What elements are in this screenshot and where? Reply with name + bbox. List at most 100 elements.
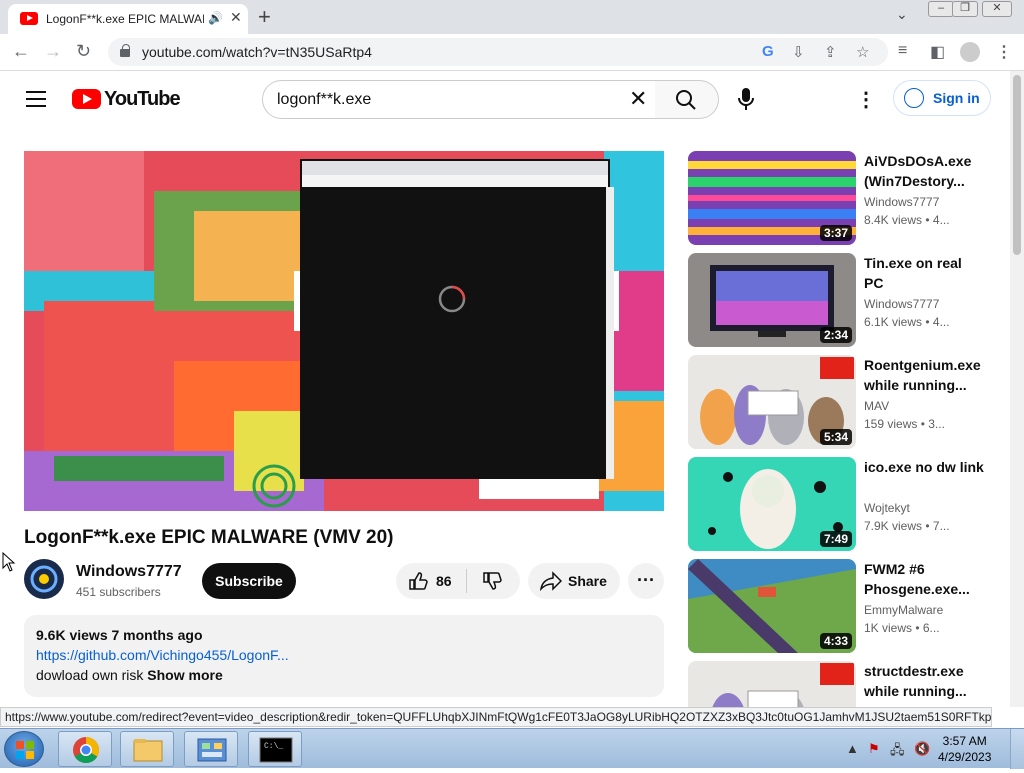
taskbar: C:\_ ▲ ⚑ 🖧 🔇 3:57 AM 4/29/2023: [0, 728, 1024, 769]
share-page-icon[interactable]: ⇪: [824, 43, 837, 61]
settings-more-icon[interactable]: ⋮: [856, 87, 876, 112]
reload-button[interactable]: ↻: [76, 41, 91, 62]
sign-in-button[interactable]: Sign in: [893, 80, 991, 116]
taskbar-chrome[interactable]: [58, 731, 112, 767]
system-clock[interactable]: 3:57 AM 4/29/2023: [938, 733, 991, 765]
recommended-views: 1K views • 6...: [864, 621, 940, 635]
video-duration: 5:34: [819, 429, 852, 445]
more-actions-icon[interactable]: ···: [628, 563, 664, 599]
recommended-video[interactable]: 5:34 Roentgenium.exe while running... MA…: [688, 355, 1004, 449]
recommended-video[interactable]: structdestr.exe while running...: [688, 661, 1004, 707]
recommended-title[interactable]: structdestr.exe while running...: [864, 661, 984, 701]
taskbar-control-panel[interactable]: [184, 731, 238, 767]
subscriber-count: 451 subscribers: [76, 585, 161, 599]
volume-muted-icon[interactable]: 🔇: [914, 741, 930, 757]
action-center-icon[interactable]: ⚑: [868, 741, 880, 757]
recommended-channel[interactable]: Wojtekyt: [864, 501, 910, 515]
tab-strip: LogonF**k.exe EPIC MALWARE (VMV 20) - Yo…: [0, 0, 1024, 34]
search-box: ✕: [262, 80, 656, 119]
recommended-views: 8.4K views • 4...: [864, 213, 950, 227]
view-count-date: 9.6K views 7 months ago: [36, 627, 203, 643]
show-hidden-icons[interactable]: ▲: [846, 741, 859, 756]
chrome-icon: [73, 736, 100, 764]
description-text: dowload own risk Show more: [36, 667, 223, 683]
show-desktop-button[interactable]: [1010, 729, 1024, 769]
google-lens-icon[interactable]: G: [762, 43, 774, 60]
new-tab-button[interactable]: +: [258, 4, 271, 30]
taskbar-explorer[interactable]: [120, 731, 174, 767]
recommended-channel[interactable]: Windows7777: [864, 195, 939, 209]
recommended-channel[interactable]: EmmyMalware: [864, 603, 943, 617]
media-controls-icon[interactable]: ≡: [898, 42, 907, 60]
restore-button[interactable]: ❐: [952, 1, 978, 17]
video-thumbnail[interactable]: 5:34: [688, 355, 856, 449]
bookmark-star-icon[interactable]: ☆: [856, 43, 869, 61]
recommended-channel[interactable]: Windows7777: [864, 297, 939, 311]
recommended-channel[interactable]: MAV: [864, 399, 889, 413]
control-panel-icon: [197, 738, 227, 762]
back-button[interactable]: ←: [12, 41, 30, 62]
close-window-button[interactable]: ✕: [982, 1, 1012, 17]
voice-search-mic-icon[interactable]: [736, 87, 756, 111]
browser-tab-active[interactable]: LogonF**k.exe EPIC MALWARE (VMV 20) - Yo…: [8, 4, 248, 34]
audio-playing-icon[interactable]: 🔊: [208, 11, 223, 25]
video-thumbnail[interactable]: 2:34: [688, 253, 856, 347]
youtube-favicon-icon: [20, 12, 38, 25]
recommended-video[interactable]: 7:49 ico.exe no dw link Wojtekyt 7.9K vi…: [688, 457, 1004, 551]
channel-name[interactable]: Windows7777: [76, 563, 182, 581]
network-icon[interactable]: 🖧: [890, 741, 905, 763]
youtube-wordmark: YouTube: [104, 88, 181, 110]
video-duration: 3:37: [819, 225, 852, 241]
share-button[interactable]: Share: [528, 563, 620, 599]
recommended-video[interactable]: 2:34 Tin.exe on real PC Windows7777 6.1K…: [688, 253, 1004, 347]
recommended-title[interactable]: ico.exe no dw link: [864, 457, 984, 477]
share-arrow-icon: [539, 571, 563, 596]
folder-icon: [133, 739, 163, 762]
recommended-views: 159 views • 3...: [864, 417, 945, 431]
show-more-button[interactable]: Show more: [147, 667, 222, 683]
recommended-title[interactable]: AiVDsDOsA.exe (Win7Destory...: [864, 151, 984, 191]
forward-button[interactable]: →: [44, 41, 62, 62]
taskbar-cmd[interactable]: C:\_: [248, 731, 302, 767]
browser-menu-icon[interactable]: ⋮: [996, 42, 1012, 62]
like-thumb-up-icon[interactable]: [408, 571, 428, 596]
channel-avatar[interactable]: [24, 559, 64, 599]
dislike-thumb-down-icon[interactable]: [482, 571, 502, 596]
description-box[interactable]: 9.6K views 7 months ago https://github.c…: [24, 615, 664, 697]
video-duration: 4:33: [819, 633, 852, 649]
address-url[interactable]: youtube.com/watch?v=tN35USaRtp4: [142, 44, 372, 60]
recommended-title[interactable]: Tin.exe on real PC: [864, 253, 984, 293]
recommended-video[interactable]: 4:33 FWM2 #6 Phosgene.exe... EmmyMalware…: [688, 559, 1004, 653]
like-count[interactable]: 86: [436, 573, 452, 589]
video-thumbnail[interactable]: 7:49: [688, 457, 856, 551]
video-player[interactable]: [24, 151, 664, 511]
close-tab-icon[interactable]: ✕: [230, 9, 242, 26]
subscribe-button[interactable]: Subscribe: [202, 563, 296, 599]
video-thumbnail[interactable]: 4:33: [688, 559, 856, 653]
guide-menu-icon[interactable]: [26, 91, 46, 107]
profile-avatar-icon[interactable]: [960, 42, 980, 62]
description-body: dowload own risk: [36, 667, 148, 683]
recommended-title[interactable]: FWM2 #6 Phosgene.exe...: [864, 559, 984, 599]
tab-search-chevron-icon[interactable]: ⌄: [896, 6, 908, 23]
recommended-title[interactable]: Roentgenium.exe while running...: [864, 355, 984, 395]
scrollbar-thumb[interactable]: [1013, 75, 1021, 255]
minimize-button[interactable]: –: [928, 1, 954, 17]
lock-icon[interactable]: [120, 44, 130, 57]
video-duration: 7:49: [819, 531, 852, 547]
page-scrollbar[interactable]: [1010, 71, 1024, 707]
address-bar[interactable]: youtube.com/watch?v=tN35USaRtp4 G ⇩ ⇪ ☆: [108, 38, 888, 66]
video-thumbnail[interactable]: 3:37: [688, 151, 856, 245]
install-app-icon[interactable]: ⇩: [792, 43, 805, 61]
search-button[interactable]: [655, 80, 719, 119]
clear-search-icon[interactable]: ✕: [629, 86, 647, 112]
recommended-views: 7.9K views • 7...: [864, 519, 950, 533]
video-thumbnail[interactable]: [688, 661, 856, 707]
sign-in-label: Sign in: [933, 90, 980, 106]
description-link[interactable]: https://github.com/Vichingo455/LogonF...: [36, 647, 289, 663]
video-frame: [24, 151, 664, 511]
start-button[interactable]: [4, 731, 44, 767]
side-panel-icon[interactable]: ◧: [930, 42, 945, 62]
search-input[interactable]: [277, 89, 617, 111]
recommended-video[interactable]: 3:37 AiVDsDOsA.exe (Win7Destory... Windo…: [688, 151, 1004, 245]
